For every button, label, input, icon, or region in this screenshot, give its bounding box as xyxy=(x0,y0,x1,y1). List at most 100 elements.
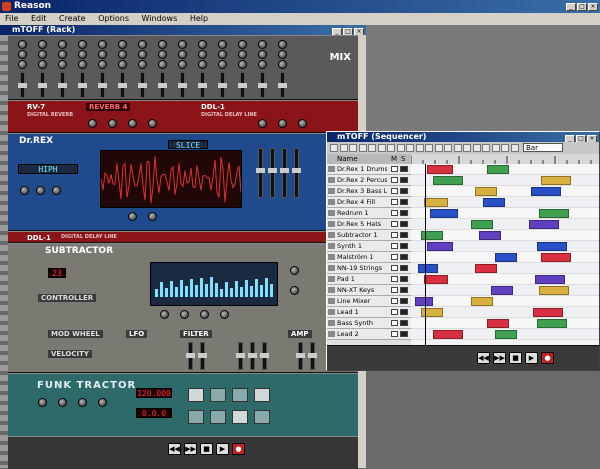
env-sustain-fader[interactable] xyxy=(260,342,269,370)
track-select-icon[interactable] xyxy=(328,243,335,249)
track-mute-button[interactable] xyxy=(391,232,398,238)
track-select-icon[interactable] xyxy=(328,320,335,326)
track-select-icon[interactable] xyxy=(328,188,335,194)
track-solo-button[interactable] xyxy=(400,243,408,249)
mixer-knob[interactable] xyxy=(78,50,87,59)
pattern-clip[interactable] xyxy=(415,297,433,306)
menu-help[interactable]: Help xyxy=(185,13,213,24)
track-solo-button[interactable] xyxy=(400,320,408,326)
arrange-view-icon[interactable] xyxy=(330,144,338,152)
track-mute-button[interactable] xyxy=(391,166,398,172)
track-lane[interactable] xyxy=(411,307,599,318)
mute-tool-icon[interactable] xyxy=(415,144,424,152)
track-row[interactable]: NN-19 Strings xyxy=(327,263,411,274)
track-lane[interactable] xyxy=(411,186,599,197)
pattern-clip[interactable] xyxy=(495,330,517,339)
drrex-pitch-knob[interactable] xyxy=(20,186,29,195)
mixer-knob[interactable] xyxy=(158,40,167,49)
track-mute-button[interactable] xyxy=(391,298,398,304)
main-record-button[interactable]: ● xyxy=(232,443,245,455)
pattern-clip[interactable] xyxy=(533,308,563,317)
line-icon[interactable] xyxy=(406,144,414,152)
track-select-icon[interactable] xyxy=(328,232,335,238)
track-row[interactable]: Dr.Rex 1 Drums xyxy=(327,164,411,175)
drum-pad-button[interactable] xyxy=(254,410,270,424)
track-lane[interactable] xyxy=(411,164,599,175)
reverb-damp-knob[interactable] xyxy=(128,119,137,128)
drrex-octave-knob[interactable] xyxy=(36,186,45,195)
track-lane[interactable] xyxy=(411,274,599,285)
pattern-clip[interactable] xyxy=(418,264,438,273)
mixer-knob[interactable] xyxy=(278,50,287,59)
pattern-clip[interactable] xyxy=(537,242,567,251)
snap-icon[interactable] xyxy=(425,144,433,152)
drum-pad-button[interactable] xyxy=(232,410,248,424)
delay-pan-knob[interactable] xyxy=(278,119,287,128)
mixer-knob[interactable] xyxy=(238,60,247,69)
mixer-knob[interactable] xyxy=(138,50,147,59)
track-row[interactable]: NN-XT Keys xyxy=(327,285,411,296)
pattern-clip[interactable] xyxy=(430,209,458,218)
track-mute-button[interactable] xyxy=(391,265,398,271)
reverb-drywet-knob[interactable] xyxy=(148,119,157,128)
mixer-knob[interactable] xyxy=(238,50,247,59)
quantize-icon[interactable] xyxy=(472,144,481,152)
track-mute-button[interactable] xyxy=(391,177,398,183)
eraser-icon[interactable] xyxy=(358,144,367,152)
mixer-knob[interactable] xyxy=(258,40,267,49)
magnify-icon[interactable] xyxy=(377,144,386,152)
seq-rewind-button[interactable]: ◀◀ xyxy=(477,352,490,364)
track-mute-button[interactable] xyxy=(391,309,398,315)
menu-windows[interactable]: Windows xyxy=(137,13,183,24)
pattern-clip[interactable] xyxy=(541,253,571,262)
mixer-channel-fader[interactable] xyxy=(38,72,47,98)
delay-drywet-knob[interactable] xyxy=(298,119,307,128)
mixer-knob[interactable] xyxy=(98,60,107,69)
track-lane[interactable] xyxy=(411,241,599,252)
mixer-channel-fader[interactable] xyxy=(258,72,267,98)
track-row[interactable]: Lead 1 xyxy=(327,307,411,318)
amp-attack-fader[interactable] xyxy=(296,342,305,370)
track-row[interactable]: Lead 2 xyxy=(327,329,411,340)
env-attack-fader[interactable] xyxy=(236,342,245,370)
pencil-icon[interactable] xyxy=(349,144,357,152)
mixer-knob[interactable] xyxy=(118,50,127,59)
track-lane[interactable] xyxy=(411,219,599,230)
mixer-channel-fader[interactable] xyxy=(98,72,107,98)
pattern-clip[interactable] xyxy=(531,187,561,196)
mixer-knob[interactable] xyxy=(198,60,207,69)
pattern-clip[interactable] xyxy=(535,275,565,284)
pattern-clip[interactable] xyxy=(539,209,569,218)
razor-icon[interactable] xyxy=(368,144,376,152)
track-mute-button[interactable] xyxy=(391,188,398,194)
track-lane[interactable] xyxy=(411,285,599,296)
track-row[interactable]: Line Mixer xyxy=(327,296,411,307)
main-stop-button[interactable]: ■ xyxy=(200,443,213,455)
pattern-clip[interactable] xyxy=(495,253,517,262)
pattern-clip[interactable] xyxy=(433,176,463,185)
main-ffwd-button[interactable]: ▶▶ xyxy=(184,443,197,455)
zoom-icon[interactable] xyxy=(463,144,471,152)
track-row[interactable]: Dr.Rex 5 Hats xyxy=(327,219,411,230)
pattern-clip[interactable] xyxy=(427,165,453,174)
drum-pad-button[interactable] xyxy=(188,410,204,424)
drum-knob-1[interactable] xyxy=(38,398,47,407)
track-lane[interactable] xyxy=(411,197,599,208)
mixer-knob[interactable] xyxy=(178,50,187,59)
track-lane[interactable] xyxy=(411,329,599,340)
track-solo-button[interactable] xyxy=(400,254,408,260)
drrex-env-fader[interactable] xyxy=(280,148,289,198)
mixer-channel-fader[interactable] xyxy=(218,72,227,98)
track-mute-button[interactable] xyxy=(391,320,398,326)
mixer-knob[interactable] xyxy=(178,40,187,49)
mixer-knob[interactable] xyxy=(178,60,187,69)
track-row[interactable]: Dr.Rex 4 Fill xyxy=(327,197,411,208)
drum-knob-4[interactable] xyxy=(98,398,107,407)
drum-pad-button[interactable] xyxy=(188,388,204,402)
mixer-knob[interactable] xyxy=(38,50,47,59)
track-select-icon[interactable] xyxy=(328,298,335,304)
pattern-clip[interactable] xyxy=(475,264,497,273)
mixer-channel-fader[interactable] xyxy=(198,72,207,98)
mixer-knob[interactable] xyxy=(258,60,267,69)
pattern-clip[interactable] xyxy=(541,176,571,185)
